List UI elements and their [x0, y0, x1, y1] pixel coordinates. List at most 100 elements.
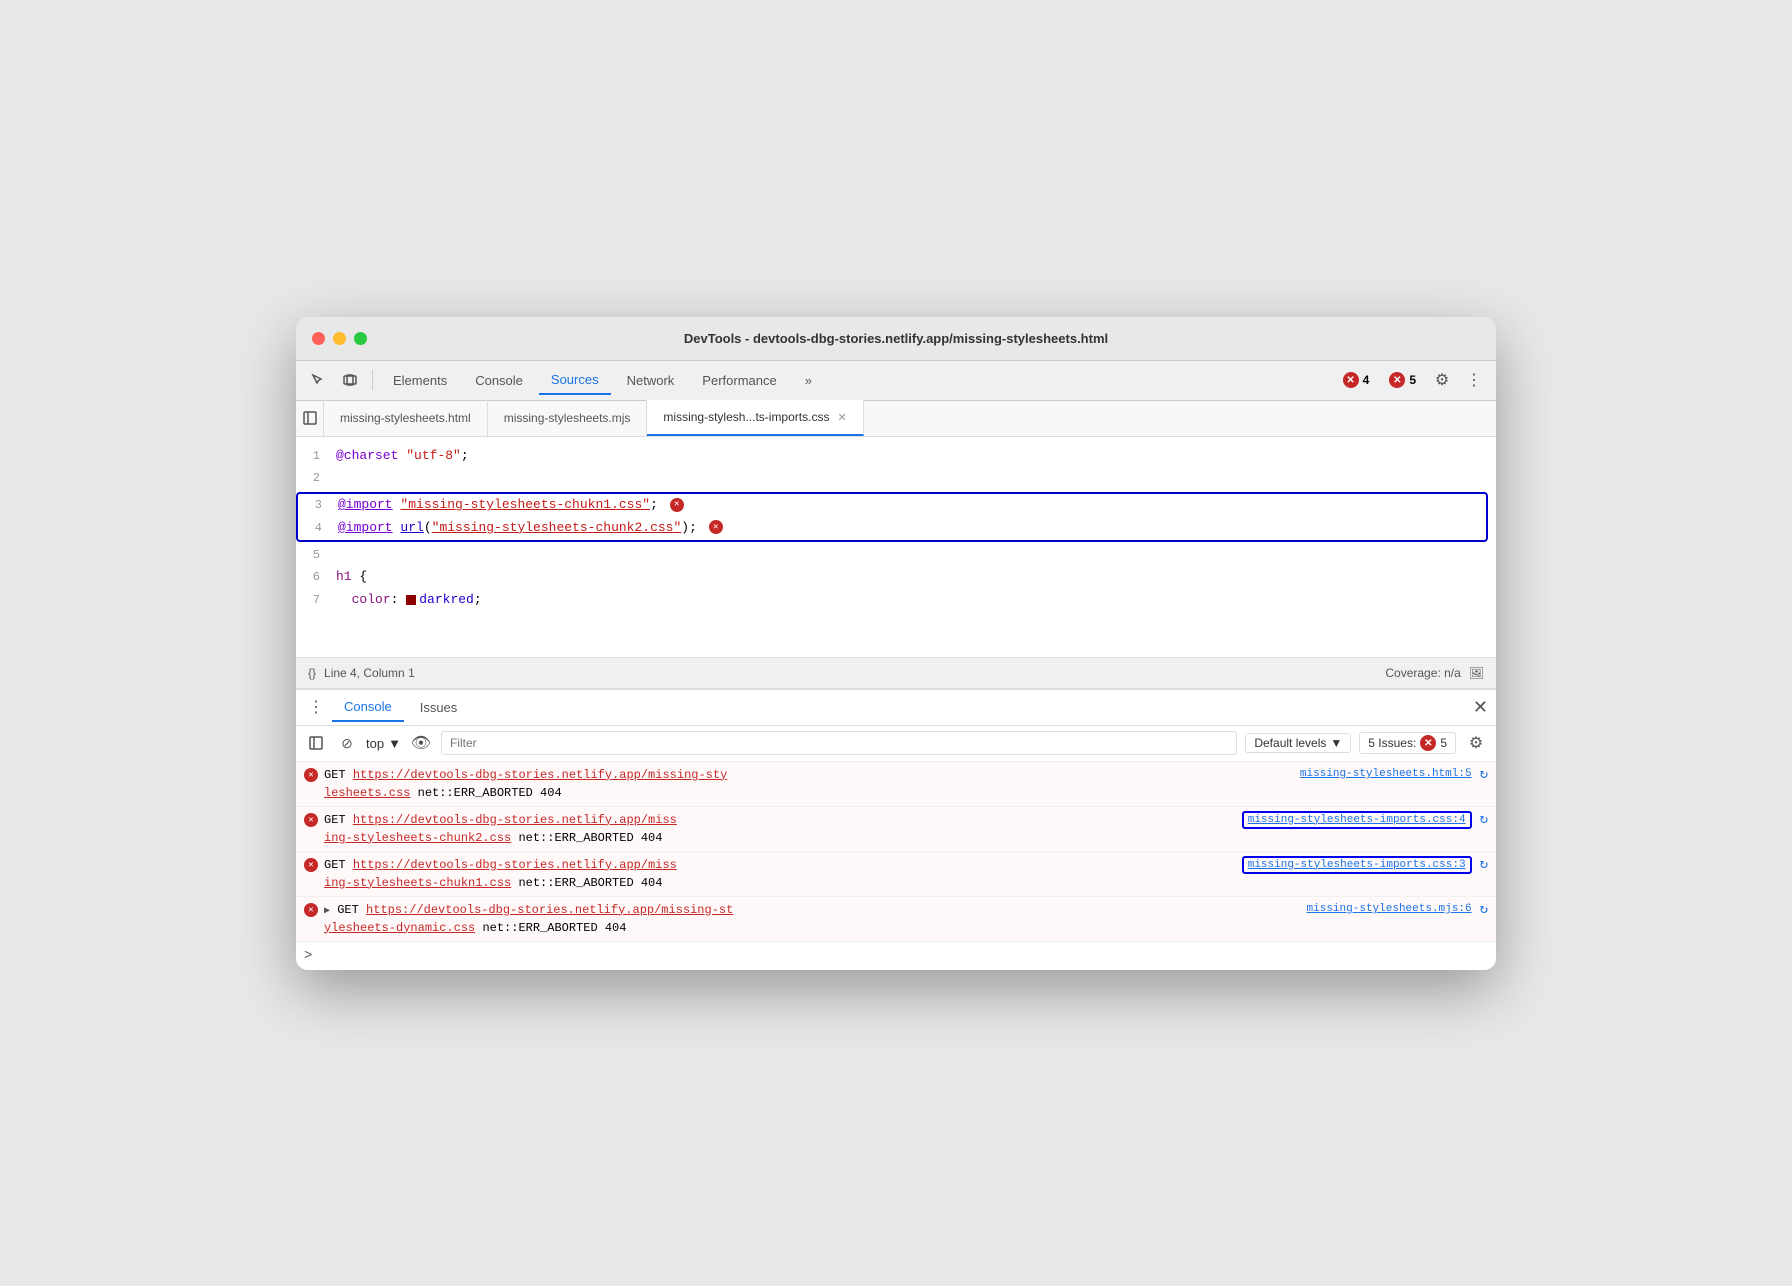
line-number-4: 4	[298, 519, 338, 538]
msg2-url-cont[interactable]: ing-stylesheets-chunk2.css	[324, 831, 511, 845]
code-line-1: 1 @charset "utf-8";	[296, 445, 1496, 468]
minimize-button[interactable]	[333, 332, 346, 345]
maximize-button[interactable]	[354, 332, 367, 345]
line-content-6: h1 {	[336, 567, 1496, 588]
console-tabs-bar: ⋮ Console Issues ✕	[296, 690, 1496, 726]
file-tab-html-label: missing-stylesheets.html	[340, 411, 471, 425]
tab-elements[interactable]: Elements	[381, 367, 459, 394]
code-line-7: 7 color: darkred;	[296, 589, 1496, 612]
error-inline-icon-3: ✕	[670, 498, 684, 512]
sidebar-toggle[interactable]	[296, 400, 324, 436]
more-icon[interactable]: ⋮	[1460, 366, 1488, 394]
msg2-refresh-icon[interactable]: ↻	[1480, 811, 1488, 828]
toolbar-separator-1	[372, 370, 373, 390]
msg2-url[interactable]: https://devtools-dbg-stories.netlify.app…	[353, 813, 677, 827]
line-content-4: @import url("missing-stylesheets-chunk2.…	[338, 518, 1486, 539]
console-messages: ✕ GET https://devtools-dbg-stories.netli…	[296, 762, 1496, 970]
console-levels-dropdown[interactable]: Default levels ▼	[1245, 733, 1351, 753]
file-tab-mjs[interactable]: missing-stylesheets.mjs	[488, 400, 648, 436]
msg1-source[interactable]: missing-stylesheets.html:5	[1300, 768, 1472, 780]
error-badge-1[interactable]: ✕ 4	[1335, 369, 1378, 391]
format-icon[interactable]: {}	[308, 666, 316, 680]
levels-arrow-icon: ▼	[1330, 736, 1342, 750]
close-console-icon[interactable]: ✕	[1473, 697, 1488, 718]
msg1-url-cont[interactable]: lesheets.css	[324, 786, 410, 800]
levels-label: Default levels	[1254, 736, 1326, 750]
cursor-position: Line 4, Column 1	[324, 666, 415, 680]
msg3-refresh-icon[interactable]: ↻	[1480, 856, 1488, 873]
console-filter-input[interactable]	[441, 731, 1237, 755]
issues-label: 5 Issues:	[1368, 736, 1416, 750]
error-icon-msg2: ✕	[304, 813, 318, 827]
error-icon-msg4: ✕	[304, 903, 318, 917]
coverage-icon[interactable]: 🖼	[1469, 666, 1484, 680]
console-settings-icon[interactable]: ⚙	[1464, 731, 1488, 755]
msg4-text: ▶ GET https://devtools-dbg-stories.netli…	[324, 901, 1307, 937]
error-icon-2: ✕	[1389, 372, 1405, 388]
main-toolbar: Elements Console Sources Network Perform…	[296, 361, 1496, 401]
console-sidebar-toggle[interactable]	[304, 731, 328, 755]
console-menu-icon[interactable]: ⋮	[304, 695, 328, 719]
status-bar-right: Coverage: n/a 🖼	[1385, 666, 1484, 680]
msg3-text: GET https://devtools-dbg-stories.netlify…	[324, 856, 1242, 892]
msg3-url-cont[interactable]: ing-stylesheets-chukn1.css	[324, 876, 511, 890]
close-button[interactable]	[312, 332, 325, 345]
error-badge-2[interactable]: ✕ 5	[1381, 369, 1424, 391]
inspect-icon[interactable]	[304, 366, 332, 394]
code-line-5: 5	[296, 544, 1496, 567]
line-number-6: 6	[296, 568, 336, 587]
msg4-source[interactable]: missing-stylesheets.mjs:6	[1307, 903, 1472, 915]
console-tab-console[interactable]: Console	[332, 693, 404, 722]
console-toolbar: ⊘ top ▼ 👁 Default levels ▼ 5 Issues: ✕ 5…	[296, 726, 1496, 762]
error-icon-1: ✕	[1343, 372, 1359, 388]
tab-performance[interactable]: Performance	[690, 367, 788, 394]
msg1-refresh-icon[interactable]: ↻	[1480, 766, 1488, 783]
msg3-source[interactable]: missing-stylesheets-imports.css:3	[1242, 856, 1472, 874]
tab-network[interactable]: Network	[615, 367, 687, 394]
msg4-expand-icon[interactable]: ▶	[324, 906, 330, 917]
issues-count-badge[interactable]: 5 Issues: ✕ 5	[1359, 732, 1456, 754]
issues-error-icon: ✕	[1420, 735, 1436, 751]
console-message-4: ✕ ▶ GET https://devtools-dbg-stories.net…	[296, 897, 1496, 942]
console-message-1: ✕ GET https://devtools-dbg-stories.netli…	[296, 762, 1496, 807]
tab-console[interactable]: Console	[463, 367, 535, 394]
code-line-6: 6 h1 {	[296, 566, 1496, 589]
code-line-4: 4 @import url("missing-stylesheets-chunk…	[298, 517, 1486, 540]
msg4-refresh-icon[interactable]: ↻	[1480, 901, 1488, 918]
line-content-1: @charset "utf-8";	[336, 446, 1496, 467]
console-message-2: ✕ GET https://devtools-dbg-stories.netli…	[296, 807, 1496, 852]
tab-sources[interactable]: Sources	[539, 366, 611, 395]
msg2-source[interactable]: missing-stylesheets-imports.css:4	[1242, 811, 1472, 829]
file-tab-css[interactable]: missing-stylesh...ts-imports.css ✕	[647, 400, 863, 436]
error-icon-msg1: ✕	[304, 768, 318, 782]
clear-console-icon[interactable]: ⊘	[336, 732, 358, 754]
line-number-2: 2	[296, 469, 336, 488]
console-input-line: >	[296, 942, 1496, 970]
device-icon[interactable]	[336, 366, 364, 394]
status-bar: {} Line 4, Column 1 Coverage: n/a 🖼	[296, 657, 1496, 689]
line-number-3: 3	[298, 496, 338, 515]
line-content-5	[336, 545, 1496, 566]
context-dropdown-icon: ▼	[388, 736, 401, 751]
console-tab-issues[interactable]: Issues	[408, 694, 470, 721]
line-content-2	[336, 468, 1496, 489]
console-context-selector[interactable]: top ▼	[366, 736, 401, 751]
error-icon-msg3: ✕	[304, 858, 318, 872]
file-tab-close-icon[interactable]: ✕	[837, 411, 846, 424]
error-inline-icon-4: ✕	[709, 520, 723, 534]
code-editor: 1 @charset "utf-8"; 2 3 @import "missing…	[296, 437, 1496, 657]
msg4-url[interactable]: https://devtools-dbg-stories.netlify.app…	[366, 903, 733, 917]
file-tab-mjs-label: missing-stylesheets.mjs	[504, 411, 631, 425]
settings-icon[interactable]: ⚙	[1428, 366, 1456, 394]
console-prompt-icon: >	[304, 948, 312, 964]
msg4-url-cont[interactable]: ylesheets-dynamic.css	[324, 921, 475, 935]
msg2-text: GET https://devtools-dbg-stories.netlify…	[324, 811, 1242, 847]
msg1-url[interactable]: https://devtools-dbg-stories.netlify.app…	[353, 768, 727, 782]
console-panel: ⋮ Console Issues ✕ ⊘ top ▼ 👁 Default lev…	[296, 689, 1496, 970]
console-eye-icon[interactable]: 👁	[409, 731, 433, 755]
tab-more[interactable]: »	[793, 367, 824, 394]
code-line-3: 3 @import "missing-stylesheets-chukn1.cs…	[298, 494, 1486, 517]
error-count-1: 4	[1363, 373, 1370, 387]
file-tab-html[interactable]: missing-stylesheets.html	[324, 400, 488, 436]
msg3-url[interactable]: https://devtools-dbg-stories.netlify.app…	[353, 858, 677, 872]
